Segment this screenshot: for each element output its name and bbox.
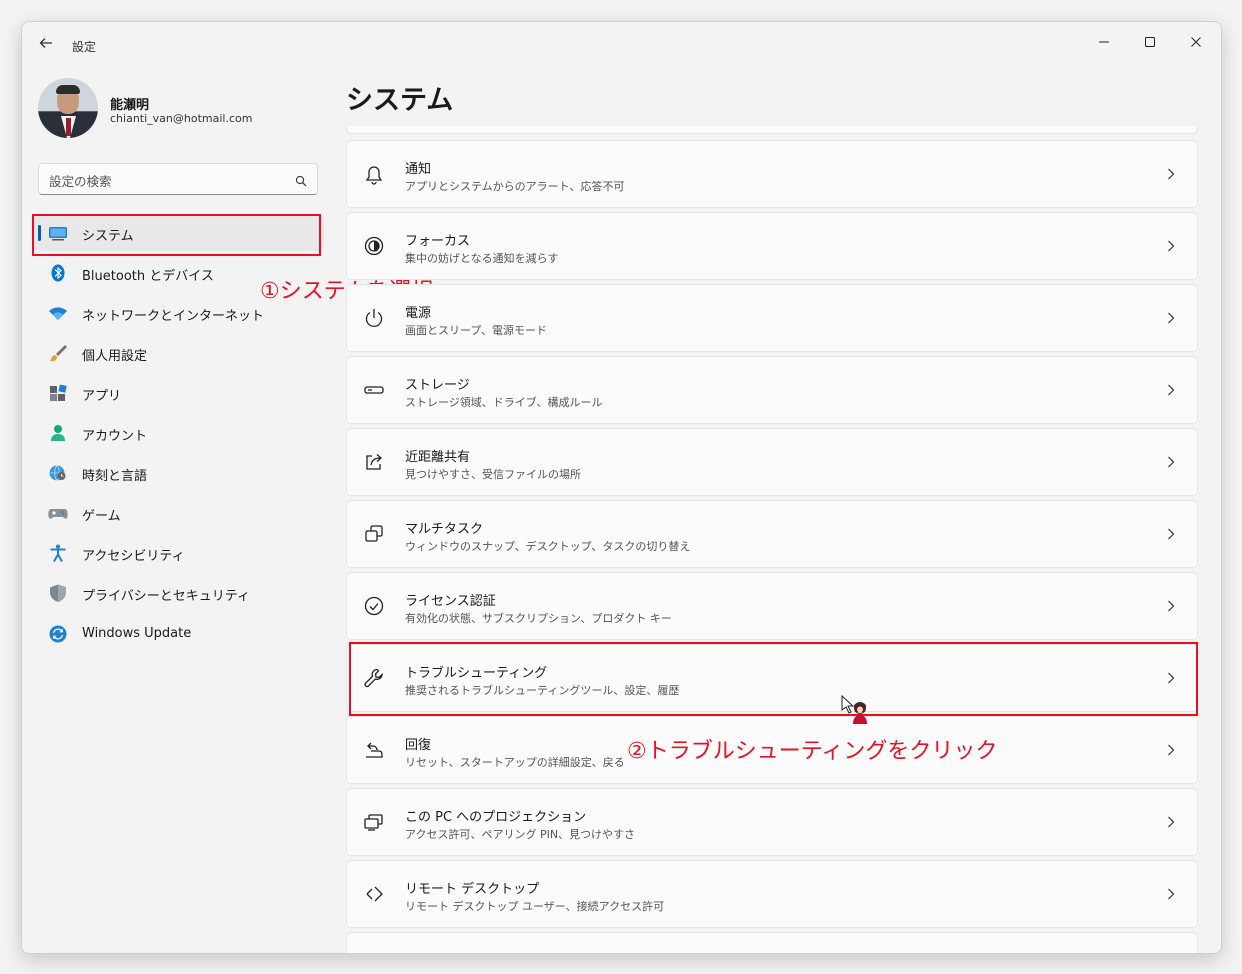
card-title: リモート デスクトップ — [405, 882, 540, 897]
sidebar-item-accounts[interactable]: アカウント — [34, 415, 324, 451]
chevron-right-icon — [1167, 886, 1175, 900]
chevron-right-icon — [1167, 598, 1175, 612]
minimize-icon[interactable] — [1086, 30, 1122, 58]
card-subtitle: アプリとシステムからのアラート、応答不可 — [405, 180, 625, 193]
maximize-icon[interactable] — [1132, 30, 1168, 58]
card-projection[interactable]: この PC へのプロジェクション アクセス許可、ペアリング PIN、見つけやすさ — [346, 788, 1198, 856]
card-partial-bottom[interactable] — [346, 932, 1198, 953]
sidebar-item-label: ゲーム — [82, 509, 121, 524]
card-subtitle: ストレージ領域、ドライブ、構成ルール — [405, 396, 603, 409]
highlight-box-system — [32, 214, 321, 256]
card-subtitle: アクセス許可、ペアリング PIN、見つけやすさ — [405, 828, 636, 841]
chevron-right-icon — [1167, 814, 1175, 828]
card-subtitle: 有効化の状態、サブスクリプション、プロダクト キー — [405, 612, 672, 625]
card-title: ストレージ — [405, 378, 470, 393]
card-title: 近距離共有 — [405, 450, 471, 465]
sidebar-item-label: アクセシビリティ — [82, 549, 185, 564]
settings-window: 設定 能瀬明 chianti_van@hotmail.com 設定の検索 システ… — [21, 21, 1222, 954]
card-title: マルチタスク — [405, 522, 484, 537]
card-title: フォーカス — [405, 234, 471, 249]
sidebar-item-label: ネットワークとインターネット — [82, 309, 265, 324]
update-icon — [48, 625, 68, 643]
card-multitasking[interactable]: マルチタスク ウィンドウのスナップ、デスクトップ、タスクの切り替え — [346, 500, 1198, 568]
sidebar-item-windows-update[interactable]: Windows Update — [34, 616, 324, 652]
accessibility-icon — [48, 544, 68, 562]
card-storage[interactable]: ストレージ ストレージ領域、ドライブ、構成ルール — [346, 356, 1198, 424]
sidebar-item-label: 時刻と言語 — [82, 469, 148, 484]
card-power[interactable]: 電源 画面とスリープ、電源モード — [346, 284, 1198, 352]
sidebar-item-label: アプリ — [82, 389, 122, 404]
user-name: 能瀬明 — [110, 98, 150, 113]
bluetooth-icon — [48, 264, 68, 282]
card-subtitle: リセット、スタートアップの詳細設定、戻る — [405, 756, 625, 769]
card-title: この PC へのプロジェクション — [405, 810, 587, 825]
sidebar-item-label: プライバシーとセキュリティ — [82, 589, 250, 604]
storage-icon — [363, 379, 385, 401]
card-title: 電源 — [405, 306, 432, 321]
globe-clock-icon — [48, 464, 68, 482]
check-circle-icon — [363, 595, 385, 617]
card-focus[interactable]: フォーカス 集中の妨げとなる通知を減らす — [346, 212, 1198, 280]
sidebar-item-label: アカウント — [82, 429, 148, 444]
search-input[interactable]: 設定の検索 — [38, 163, 318, 195]
close-icon[interactable] — [1178, 30, 1214, 58]
chevron-right-icon — [1167, 454, 1175, 468]
card-subtitle: リモート デスクトップ ユーザー、接続アクセス許可 — [405, 900, 665, 913]
card-remote-desktop[interactable]: リモート デスクトップ リモート デスクトップ ユーザー、接続アクセス許可 — [346, 860, 1198, 928]
sidebar-item-personalization[interactable]: 個人用設定 — [34, 335, 324, 371]
recovery-icon — [363, 739, 385, 761]
highlight-box-troubleshoot — [349, 642, 1198, 716]
wifi-icon — [48, 304, 68, 322]
page-title: システム — [346, 85, 454, 116]
chevron-right-icon — [1167, 238, 1175, 252]
sidebar-item-label: Windows Update — [82, 626, 192, 641]
card-subtitle: ウィンドウのスナップ、デスクトップ、タスクの切り替え — [405, 540, 691, 553]
title-bar: 設定 — [22, 22, 1221, 68]
back-arrow-icon[interactable] — [36, 35, 56, 55]
share-icon — [363, 451, 385, 473]
card-subtitle: 画面とスリープ、電源モード — [405, 324, 548, 337]
card-nearby-sharing[interactable]: 近距離共有 見つけやすさ、受信ファイルの場所 — [346, 428, 1198, 496]
apps-icon — [48, 384, 68, 402]
card-title: 通知 — [405, 162, 432, 177]
card-partial-top — [346, 126, 1198, 134]
sidebar-item-gaming[interactable]: ゲーム — [34, 495, 324, 531]
card-notifications[interactable]: 通知 アプリとシステムからのアラート、応答不可 — [346, 140, 1198, 208]
bell-icon — [363, 163, 385, 185]
user-email: chianti_van@hotmail.com — [110, 112, 253, 125]
gamepad-icon — [48, 504, 68, 522]
paintbrush-icon — [48, 344, 68, 362]
sidebar-item-accessibility[interactable]: アクセシビリティ — [34, 535, 324, 571]
chevron-right-icon — [1167, 526, 1175, 540]
search-icon — [295, 172, 307, 187]
chevron-right-icon — [1167, 310, 1175, 324]
sidebar-item-apps[interactable]: アプリ — [34, 375, 324, 411]
remote-desktop-icon — [363, 883, 385, 905]
multitask-icon — [363, 523, 385, 545]
card-title: 回復 — [405, 738, 432, 753]
avatar[interactable] — [38, 78, 98, 138]
card-subtitle: 集中の妨げとなる通知を減らす — [405, 252, 559, 265]
card-title: ライセンス認証 — [405, 594, 496, 609]
app-title: 設定 — [72, 40, 97, 54]
sidebar-item-time-language[interactable]: 時刻と言語 — [34, 455, 324, 491]
chevron-right-icon — [1167, 382, 1175, 396]
chevron-right-icon — [1167, 742, 1175, 756]
shield-icon — [48, 584, 68, 602]
mouse-cursor-icon — [840, 694, 876, 730]
chevron-right-icon — [1167, 166, 1175, 180]
search-placeholder: 設定の検索 — [49, 174, 112, 189]
power-icon — [363, 307, 385, 329]
card-activation[interactable]: ライセンス認証 有効化の状態、サブスクリプション、プロダクト キー — [346, 572, 1198, 640]
projection-icon — [363, 811, 385, 833]
account-icon — [48, 424, 68, 442]
sidebar-item-label: 個人用設定 — [82, 349, 148, 364]
annotation-step-2: ②トラブルシューティングをクリック — [627, 739, 998, 764]
card-subtitle: 見つけやすさ、受信ファイルの場所 — [405, 468, 581, 481]
settings-list: 通知 アプリとシステムからのアラート、応答不可 フォーカス 集中の妨げとなる通知… — [346, 126, 1198, 953]
sidebar-item-label: Bluetooth とデバイス — [82, 269, 214, 284]
focus-icon — [363, 235, 385, 257]
sidebar-item-privacy[interactable]: プライバシーとセキュリティ — [34, 575, 324, 611]
